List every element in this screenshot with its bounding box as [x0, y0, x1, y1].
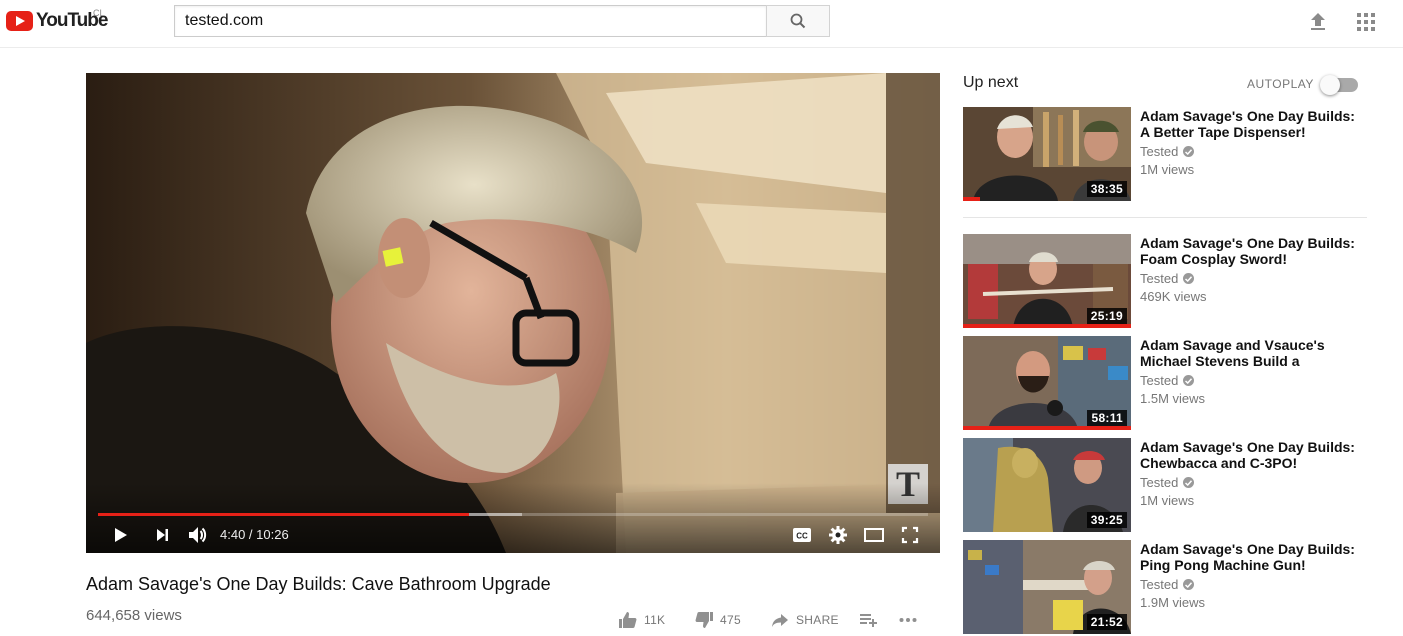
verified-icon — [1183, 375, 1195, 386]
video-views: 1.9M views — [1140, 595, 1206, 610]
apps-button[interactable] — [1354, 10, 1378, 34]
dislike-count: 475 — [720, 613, 741, 627]
play-button[interactable] — [108, 521, 132, 549]
theater-mode-button[interactable] — [862, 521, 886, 549]
watched-progress — [963, 324, 1131, 328]
video-actions: 11K 475 SHARE — [618, 608, 922, 632]
video-duration: 25:19 — [1086, 308, 1127, 324]
up-next-video-card[interactable]: 39:25 Adam Savage's One Day Builds: Chew… — [963, 438, 1367, 534]
up-next-video-card[interactable]: 21:52 Adam Savage's One Day Builds: Ping… — [963, 540, 1367, 636]
thumbs-up-icon — [619, 612, 637, 628]
channel-label: Tested — [1140, 144, 1179, 159]
autoplay-toggle[interactable] — [1320, 74, 1358, 95]
played-bar — [98, 513, 469, 516]
share-label: SHARE — [796, 613, 839, 627]
add-to-playlist-button[interactable] — [858, 610, 882, 630]
next-icon — [157, 529, 168, 541]
video-thumbnail[interactable]: 21:52 — [963, 540, 1131, 634]
upload-icon — [1311, 13, 1325, 30]
fullscreen-icon — [901, 526, 919, 544]
play-icon — [115, 528, 127, 542]
channel-label: Tested — [1140, 475, 1179, 490]
search-button[interactable] — [766, 5, 830, 37]
playlist-add-icon — [860, 614, 877, 627]
up-next-label: Up next — [963, 74, 1019, 91]
volume-icon — [189, 527, 207, 543]
channel-name[interactable]: Tested — [1140, 577, 1195, 592]
dislike-button[interactable]: 475 — [694, 610, 756, 630]
captions-button[interactable]: CC — [790, 521, 814, 549]
video-title-link[interactable]: Adam Savage's One Day Builds: Ping Pong … — [1140, 541, 1355, 573]
channel-label: Tested — [1140, 271, 1179, 286]
video-thumbnail[interactable]: 39:25 — [963, 438, 1131, 532]
video-title-link[interactable]: Adam Savage and Vsauce's Michael Stevens… — [1140, 337, 1355, 369]
video-views: 1.5M views — [1140, 391, 1206, 406]
video-thumbnail[interactable]: 38:35 — [963, 107, 1131, 201]
verified-icon — [1183, 273, 1195, 284]
settings-icon — [829, 526, 847, 544]
share-icon — [772, 614, 788, 627]
video-title-link[interactable]: Adam Savage's One Day Builds: A Better T… — [1140, 108, 1355, 140]
more-horizontal-icon — [899, 618, 917, 622]
masthead: YouTube CL — [0, 0, 1403, 48]
video-title: Adam Savage's One Day Builds: Cave Bathr… — [86, 574, 551, 594]
toggle-knob — [1320, 75, 1340, 95]
up-next-separator — [963, 217, 1367, 218]
svg-text:CC: CC — [796, 532, 808, 541]
watched-progress — [963, 197, 980, 201]
progress-bar[interactable] — [98, 513, 928, 516]
time-display: 4:40 / 10:26 — [220, 527, 289, 542]
captions-icon: CC — [793, 528, 811, 542]
channel-name[interactable]: Tested — [1140, 373, 1195, 388]
video-frame — [86, 73, 940, 553]
channel-name[interactable]: Tested — [1140, 475, 1195, 490]
verified-icon — [1183, 146, 1195, 157]
channel-name[interactable]: Tested — [1140, 144, 1195, 159]
verified-icon — [1183, 477, 1195, 488]
video-duration: 39:25 — [1086, 512, 1127, 528]
video-title-link[interactable]: Adam Savage's One Day Builds: Chewbacca … — [1140, 439, 1355, 471]
video-duration: 58:11 — [1087, 410, 1127, 426]
apps-grid-icon — [1357, 13, 1375, 31]
thumbs-down-icon — [695, 612, 713, 628]
up-next-video-card[interactable]: 25:19 Adam Savage's One Day Builds: Foam… — [963, 234, 1367, 330]
country-code: CL — [93, 8, 105, 18]
autoplay-label: AUTOPLAY — [1247, 77, 1314, 91]
more-actions-button[interactable] — [898, 610, 922, 630]
channel-label: Tested — [1140, 577, 1179, 592]
video-thumbnail[interactable]: 25:19 — [963, 234, 1131, 328]
search-input[interactable] — [174, 5, 766, 37]
like-button[interactable]: 11K — [618, 610, 674, 630]
youtube-logo[interactable]: YouTube CL — [6, 8, 108, 32]
settings-button[interactable] — [826, 521, 850, 549]
video-views: 1M views — [1140, 493, 1195, 508]
video-views: 1M views — [1140, 162, 1195, 177]
like-count: 11K — [644, 613, 666, 627]
next-button[interactable] — [150, 521, 174, 549]
verified-icon — [1183, 579, 1195, 590]
youtube-play-icon — [6, 11, 33, 31]
share-button[interactable]: SHARE — [770, 610, 846, 630]
channel-label: Tested — [1140, 373, 1179, 388]
video-title-link[interactable]: Adam Savage's One Day Builds: Foam Cospl… — [1140, 235, 1355, 267]
fullscreen-button[interactable] — [898, 521, 922, 549]
theater-mode-icon — [864, 528, 884, 542]
video-duration: 21:52 — [1086, 614, 1127, 630]
search-box — [174, 5, 830, 37]
channel-name[interactable]: Tested — [1140, 271, 1195, 286]
up-next-video-card[interactable]: 58:11 Adam Savage and Vsauce's Michael S… — [963, 336, 1367, 432]
video-duration: 38:35 — [1086, 181, 1127, 197]
view-count: 644,658 views — [86, 607, 182, 624]
volume-button[interactable] — [184, 521, 210, 549]
video-views: 469K views — [1140, 289, 1207, 304]
video-player[interactable]: T 4:40 / 10:26 CC — [86, 73, 940, 553]
search-icon — [790, 13, 806, 29]
video-thumbnail[interactable]: 58:11 — [963, 336, 1131, 430]
watched-progress — [963, 426, 1131, 430]
up-next-video-card[interactable]: 38:35 Adam Savage's One Day Builds: A Be… — [963, 107, 1367, 203]
upload-button[interactable] — [1306, 10, 1330, 34]
